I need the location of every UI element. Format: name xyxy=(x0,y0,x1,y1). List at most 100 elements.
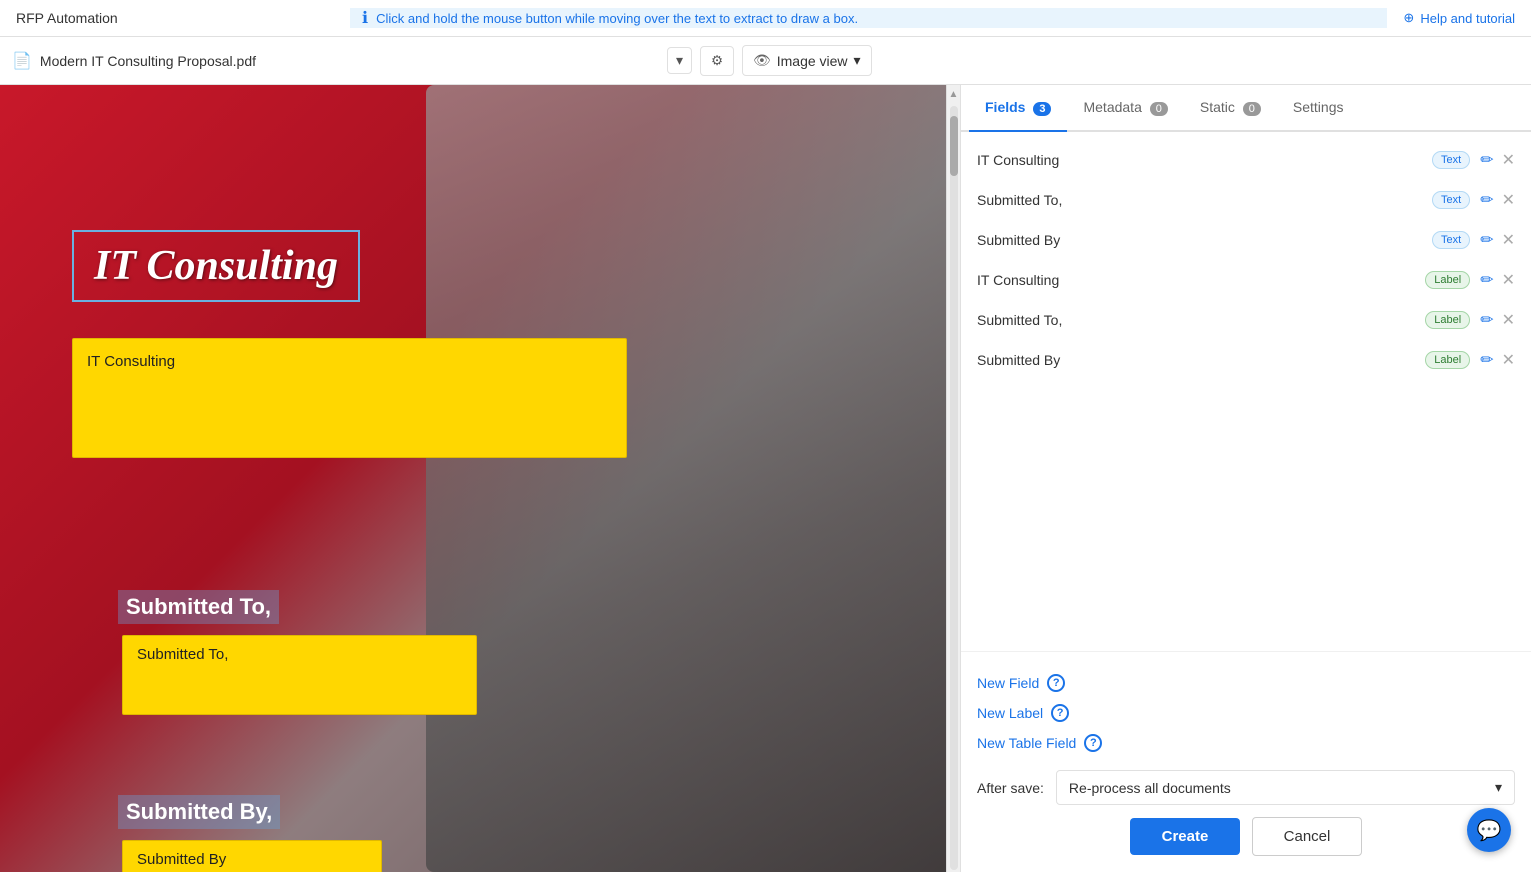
new-label-help-icon[interactable]: ? xyxy=(1051,704,1069,722)
field-actions-2: ✏ ✕ xyxy=(1480,230,1515,250)
new-label-label: New Label xyxy=(977,705,1043,721)
scroll-indicator[interactable]: ▲ xyxy=(946,85,960,872)
field-actions-4: ✏ ✕ xyxy=(1480,310,1515,330)
field-edit-icon-0[interactable]: ✏ xyxy=(1480,150,1493,170)
field-item-3: IT Consulting Label ✏ ✕ xyxy=(961,260,1531,300)
help-label: Help and tutorial xyxy=(1420,11,1515,26)
new-table-field-row[interactable]: New Table Field ? xyxy=(977,728,1515,758)
field-edit-icon-5[interactable]: ✏ xyxy=(1480,350,1493,370)
settings-button[interactable]: ⚙ xyxy=(700,46,734,76)
field-edit-icon-2[interactable]: ✏ xyxy=(1480,230,1493,250)
new-table-field-label: New Table Field xyxy=(977,735,1076,751)
scroll-up-arrow[interactable]: ▲ xyxy=(945,85,960,104)
tab-static-badge: 0 xyxy=(1243,102,1261,116)
field-actions-0: ✏ ✕ xyxy=(1480,150,1515,170)
new-table-field-help-icon[interactable]: ? xyxy=(1084,734,1102,752)
view-chevron-icon: ▾ xyxy=(854,52,861,69)
field-edit-icon-1[interactable]: ✏ xyxy=(1480,190,1493,210)
fields-list: IT Consulting Text ✏ ✕ Submitted To, Tex… xyxy=(961,132,1531,651)
field-name-2: Submitted By xyxy=(977,232,1422,248)
top-bar: RFP Automation ℹ Click and hold the mous… xyxy=(0,0,1531,37)
info-icon: ℹ xyxy=(362,8,368,28)
tab-fields-label: Fields xyxy=(985,99,1025,115)
after-save-value: Re-process all documents xyxy=(1069,780,1231,796)
submitted-to-text: Submitted To, xyxy=(126,594,271,619)
file-selector[interactable]: 📄 Modern IT Consulting Proposal.pdf ▾ xyxy=(12,47,692,74)
toolbar: 📄 Modern IT Consulting Proposal.pdf ▾ ⚙ … xyxy=(0,37,1531,85)
field-delete-icon-2[interactable]: ✕ xyxy=(1502,230,1515,250)
cancel-button[interactable]: Cancel xyxy=(1252,817,1362,856)
tab-settings-label: Settings xyxy=(1293,99,1344,115)
field-item-2: Submitted By Text ✏ ✕ xyxy=(961,220,1531,260)
help-icon: ⊕ xyxy=(1403,10,1414,26)
keyboard-image xyxy=(426,85,946,872)
submitted-by-label[interactable]: Submitted By, xyxy=(118,795,280,829)
it-consulting-input-text: IT Consulting xyxy=(87,353,175,370)
main-layout: IT Consulting IT Consulting Submitted To… xyxy=(0,85,1531,872)
tab-fields-badge: 3 xyxy=(1033,102,1051,116)
create-cancel-row: Create Cancel xyxy=(977,817,1515,856)
chat-icon: 💬 xyxy=(1477,818,1502,843)
help-tutorial-button[interactable]: ⊕ Help and tutorial xyxy=(1387,10,1531,26)
tab-metadata[interactable]: Metadata 0 xyxy=(1067,85,1183,130)
new-label-row[interactable]: New Label ? xyxy=(977,698,1515,728)
field-delete-icon-5[interactable]: ✕ xyxy=(1502,350,1515,370)
bottom-actions: New Field ? New Label ? New Table Field … xyxy=(961,651,1531,872)
after-save-select[interactable]: Re-process all documents ▾ xyxy=(1056,770,1515,805)
after-save-chevron-icon: ▾ xyxy=(1495,779,1502,796)
tab-static[interactable]: Static 0 xyxy=(1184,85,1277,130)
it-consulting-title-text: IT Consulting xyxy=(94,243,338,289)
field-item-4: Submitted To, Label ✏ ✕ xyxy=(961,300,1531,340)
pdf-viewer[interactable]: IT Consulting IT Consulting Submitted To… xyxy=(0,85,960,872)
tab-static-label: Static xyxy=(1200,99,1235,115)
file-name: Modern IT Consulting Proposal.pdf xyxy=(40,53,659,69)
app-title: RFP Automation xyxy=(0,10,350,26)
after-save-row: After save: Re-process all documents ▾ xyxy=(977,770,1515,805)
field-item-0: IT Consulting Text ✏ ✕ xyxy=(961,140,1531,180)
submitted-by-text: Submitted By, xyxy=(126,799,272,824)
field-type-3: Label xyxy=(1425,271,1470,289)
tabs-bar: Fields 3 Metadata 0 Static 0 Settings xyxy=(961,85,1531,132)
field-delete-icon-1[interactable]: ✕ xyxy=(1502,190,1515,210)
tab-fields[interactable]: Fields 3 xyxy=(969,85,1067,130)
eye-icon: 👁 xyxy=(753,52,771,69)
field-item-1: Submitted To, Text ✏ ✕ xyxy=(961,180,1531,220)
field-edit-icon-3[interactable]: ✏ xyxy=(1480,270,1493,290)
chevron-down-icon: ▾ xyxy=(676,52,683,69)
notice-text: Click and hold the mouse button while mo… xyxy=(376,11,858,26)
file-icon: 📄 xyxy=(12,51,32,71)
field-delete-icon-3[interactable]: ✕ xyxy=(1502,270,1515,290)
field-name-0: IT Consulting xyxy=(977,152,1422,168)
file-dropdown[interactable]: ▾ xyxy=(667,47,692,74)
field-delete-icon-4[interactable]: ✕ xyxy=(1502,310,1515,330)
new-field-row[interactable]: New Field ? xyxy=(977,668,1515,698)
chat-bubble-button[interactable]: 💬 xyxy=(1467,808,1511,852)
field-edit-icon-4[interactable]: ✏ xyxy=(1480,310,1493,330)
pdf-page: IT Consulting IT Consulting Submitted To… xyxy=(0,85,946,872)
it-consulting-title-box[interactable]: IT Consulting xyxy=(72,230,360,302)
new-field-help-icon[interactable]: ? xyxy=(1047,674,1065,692)
submitted-to-label[interactable]: Submitted To, xyxy=(118,590,279,624)
field-delete-icon-0[interactable]: ✕ xyxy=(1502,150,1515,170)
view-selector[interactable]: 👁 Image view ▾ xyxy=(742,45,872,76)
scroll-track[interactable] xyxy=(950,106,958,870)
it-consulting-input-box[interactable]: IT Consulting xyxy=(72,338,627,458)
scroll-thumb[interactable] xyxy=(950,116,958,176)
create-button[interactable]: Create xyxy=(1130,818,1240,855)
field-actions-3: ✏ ✕ xyxy=(1480,270,1515,290)
submitted-to-input-box[interactable]: Submitted To, xyxy=(122,635,477,715)
field-type-4: Label xyxy=(1425,311,1470,329)
field-actions-5: ✏ ✕ xyxy=(1480,350,1515,370)
notice-bar: ℹ Click and hold the mouse button while … xyxy=(350,8,1387,28)
field-type-0: Text xyxy=(1432,151,1470,169)
submitted-to-input-text: Submitted To, xyxy=(137,646,228,663)
field-name-3: IT Consulting xyxy=(977,272,1415,288)
tab-metadata-badge: 0 xyxy=(1150,102,1168,116)
field-type-5: Label xyxy=(1425,351,1470,369)
tab-settings[interactable]: Settings xyxy=(1277,85,1360,130)
submitted-by-input-text: Submitted By xyxy=(137,851,226,868)
field-actions-1: ✏ ✕ xyxy=(1480,190,1515,210)
right-panel: Fields 3 Metadata 0 Static 0 Settings IT… xyxy=(960,85,1531,872)
submitted-by-input-box[interactable]: Submitted By xyxy=(122,840,382,872)
field-type-1: Text xyxy=(1432,191,1470,209)
